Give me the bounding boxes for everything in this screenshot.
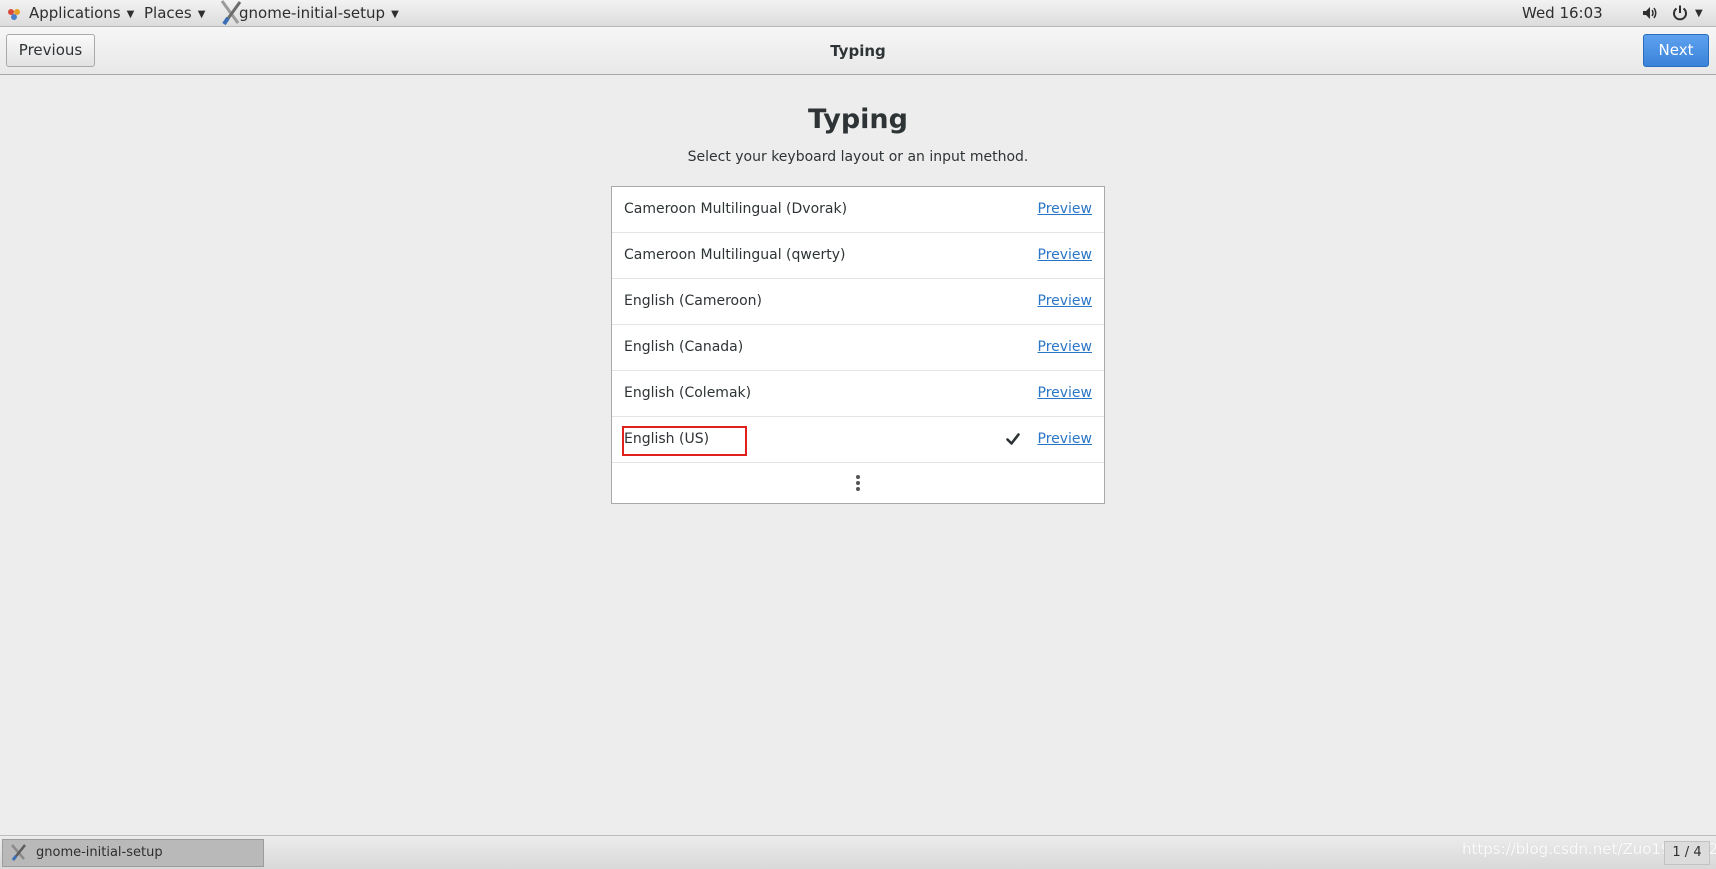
layout-row[interactable]: English (Canada) Preview bbox=[612, 325, 1104, 371]
header-bar: Previous Typing Next bbox=[0, 27, 1716, 75]
layout-name: English (Cameroon) bbox=[624, 293, 762, 309]
applications-menu[interactable]: Applications ▼ bbox=[29, 0, 134, 27]
app-menu-label: gnome-initial-setup bbox=[239, 4, 386, 22]
chevron-down-icon: ▼ bbox=[197, 9, 206, 20]
keyboard-layout-list: Cameroon Multilingual (Dvorak) Preview C… bbox=[611, 186, 1105, 504]
app-menu[interactable]: gnome-initial-setup ▼ bbox=[239, 0, 399, 27]
layout-name: English (Canada) bbox=[624, 339, 744, 355]
layout-row[interactable]: English (Cameroon) Preview bbox=[612, 279, 1104, 325]
taskbar-item[interactable]: gnome-initial-setup bbox=[2, 839, 264, 867]
layout-name: Cameroon Multilingual (Dvorak) bbox=[624, 201, 848, 217]
preview-link[interactable]: Preview bbox=[1038, 233, 1093, 278]
volume-icon[interactable] bbox=[1641, 4, 1659, 22]
layout-name: English (US) bbox=[624, 431, 710, 447]
preview-link[interactable]: Preview bbox=[1038, 417, 1093, 462]
top-panel: Applications ▼ Places ▼ gnome-initial-setu… bbox=[0, 0, 1716, 27]
taskbar-item-label: gnome-initial-setup bbox=[36, 845, 163, 860]
preview-link[interactable]: Preview bbox=[1038, 325, 1093, 370]
preview-link[interactable]: Preview bbox=[1038, 279, 1093, 324]
bottom-panel: gnome-initial-setup bbox=[0, 835, 1716, 869]
previous-button[interactable]: Previous bbox=[6, 34, 95, 67]
layout-row-selected[interactable]: English (US) Preview bbox=[612, 417, 1104, 463]
workspace-switcher[interactable]: 1 / 4 bbox=[1664, 841, 1710, 865]
applications-label: Applications bbox=[29, 4, 121, 22]
places-label: Places bbox=[144, 4, 192, 22]
layout-name: English (Colemak) bbox=[624, 385, 752, 401]
more-options-icon bbox=[856, 475, 860, 491]
header-title: Typing bbox=[830, 42, 886, 60]
applications-icon bbox=[8, 9, 20, 20]
next-button[interactable]: Next bbox=[1643, 34, 1709, 67]
chevron-down-icon[interactable]: ▼ bbox=[1695, 0, 1703, 27]
page-subtitle: Select your keyboard layout or an input … bbox=[687, 149, 1029, 165]
chevron-down-icon: ▼ bbox=[391, 9, 399, 20]
layout-row[interactable]: Cameroon Multilingual (Dvorak) Preview bbox=[612, 187, 1104, 233]
preview-link[interactable]: Preview bbox=[1038, 371, 1093, 416]
layout-name: Cameroon Multilingual (qwerty) bbox=[624, 247, 846, 263]
checkmark-icon bbox=[1006, 433, 1020, 445]
tools-icon bbox=[11, 844, 26, 861]
layout-row[interactable]: English (Colemak) Preview bbox=[612, 371, 1104, 417]
power-icon[interactable] bbox=[1671, 4, 1689, 22]
layout-row[interactable]: Cameroon Multilingual (qwerty) Preview bbox=[612, 233, 1104, 279]
preview-link[interactable]: Preview bbox=[1038, 187, 1093, 232]
places-menu[interactable]: Places ▼ bbox=[144, 0, 205, 27]
page-title: Typing bbox=[808, 104, 908, 135]
chevron-down-icon: ▼ bbox=[126, 9, 135, 20]
more-layouts-button[interactable] bbox=[612, 463, 1104, 503]
clock[interactable]: Wed 16:03 bbox=[1522, 0, 1603, 27]
